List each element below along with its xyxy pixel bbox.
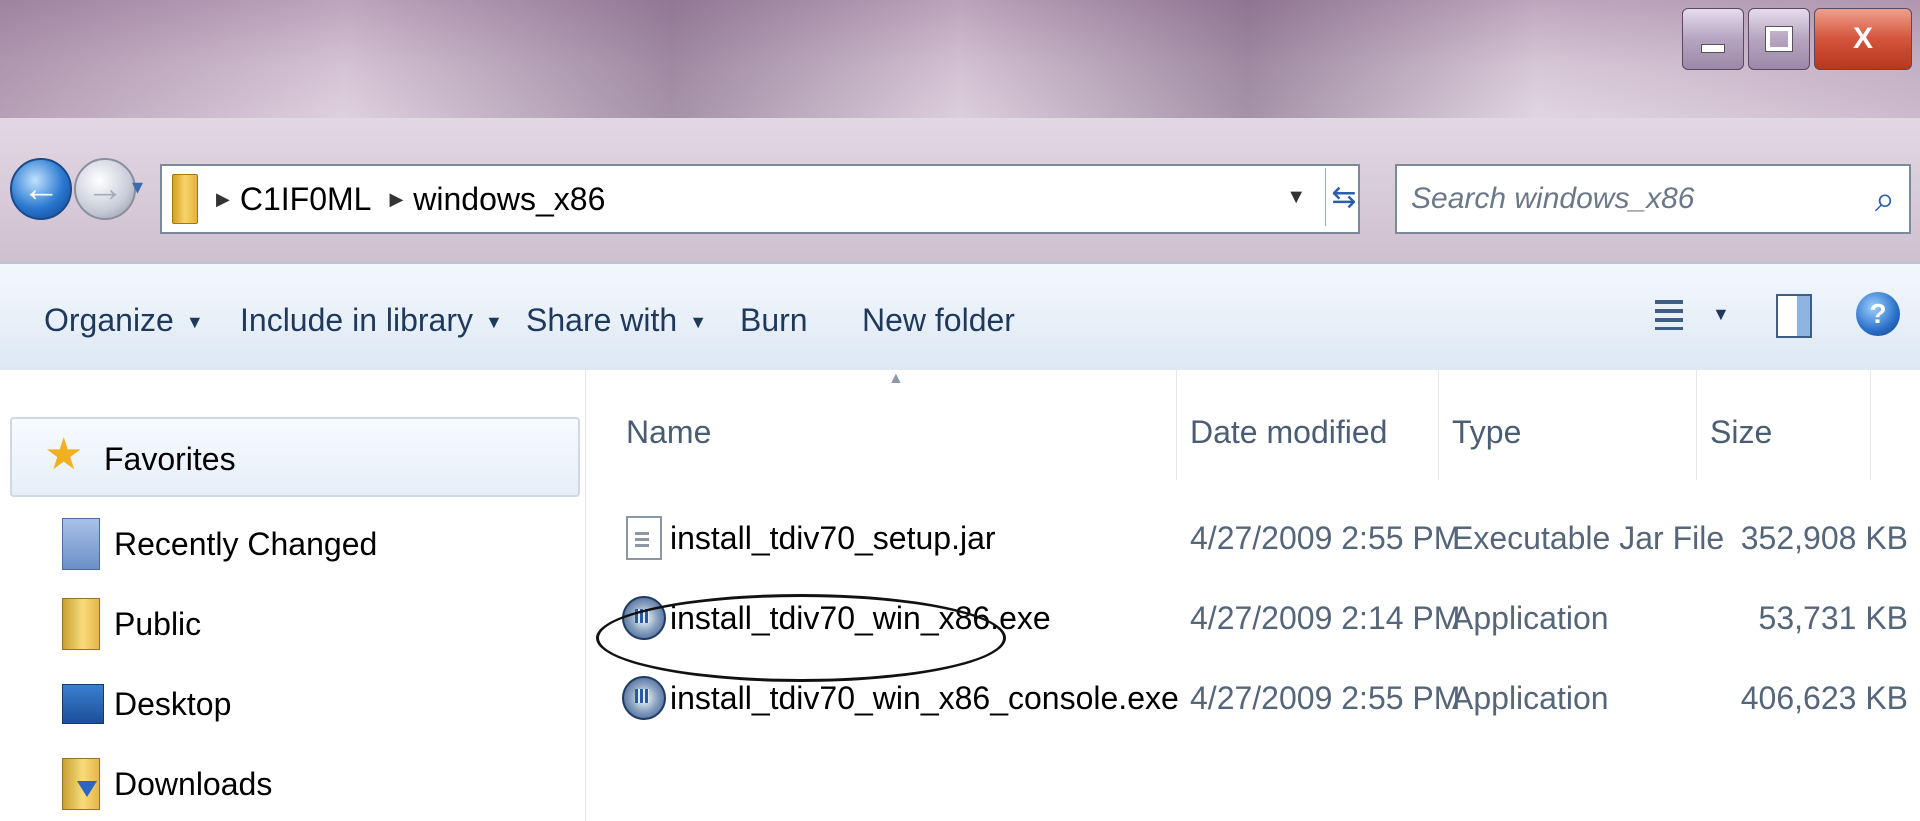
highlight-ellipse [596, 594, 1006, 682]
recent-pages-dropdown[interactable]: ▾ [132, 174, 143, 200]
column-divider[interactable] [1176, 370, 1177, 480]
nav-item-recently-changed[interactable]: Recently Changed [62, 514, 562, 574]
column-header-date-modified[interactable]: Date modified [1190, 414, 1387, 451]
close-icon: X [1852, 22, 1873, 55]
forward-arrow-icon: → [86, 167, 124, 210]
column-divider[interactable] [1696, 370, 1697, 480]
change-view-icon[interactable] [1655, 300, 1683, 330]
nav-item-label: Desktop [114, 686, 232, 722]
address-bar[interactable]: ▶ C1IF0ML ▶ windows_x86 ▼ [160, 164, 1360, 234]
back-button[interactable]: ← [10, 158, 72, 220]
column-divider[interactable] [1870, 370, 1871, 480]
address-dropdown-icon[interactable]: ▼ [1286, 186, 1306, 209]
maximize-icon [1765, 26, 1793, 52]
refresh-icon: ⇆ [1331, 180, 1357, 214]
file-date-modified: 4/27/2009 2:55 PM [1190, 520, 1461, 556]
chevron-down-icon: ▼ [689, 312, 708, 333]
file-size: 406,623 KB [1740, 680, 1908, 716]
organize-label: Organize [44, 302, 174, 338]
column-header-name[interactable]: Name [626, 414, 711, 451]
burn-button[interactable]: Burn [740, 302, 808, 339]
file-type: Application [1452, 680, 1609, 716]
search-placeholder: Search windows_x86 [1411, 182, 1695, 215]
file-type: Application [1452, 600, 1609, 636]
share-with-button[interactable]: Share with ▼ [526, 302, 707, 339]
star-icon: ★ [44, 430, 84, 479]
title-bar: X [0, 0, 1920, 118]
file-type: Executable Jar File [1452, 520, 1725, 556]
search-input[interactable]: Search windows_x86 ⌕ [1395, 164, 1911, 234]
download-arrow-icon [77, 781, 97, 797]
refresh-button[interactable]: ⇆ [1325, 168, 1362, 226]
favorites-header[interactable]: ★ Favorites [10, 417, 580, 497]
nav-item-desktop[interactable]: Desktop [62, 674, 562, 734]
file-date-modified: 4/27/2009 2:14 PM [1190, 600, 1461, 636]
downloads-icon [62, 758, 100, 810]
table-row[interactable]: install_tdiv70_setup.jar 4/27/2009 2:55 … [586, 502, 1920, 574]
new-folder-button[interactable]: New folder [862, 302, 1015, 339]
exe-file-icon [622, 676, 666, 720]
column-header-size[interactable]: Size [1710, 414, 1772, 451]
close-button[interactable]: X [1814, 8, 1912, 70]
include-in-library-button[interactable]: Include in library ▼ [240, 302, 503, 339]
navigation-pane: ★ Favorites Recently Changed Public Desk… [0, 370, 586, 821]
recently-changed-icon [62, 518, 100, 570]
breadcrumb-c1if0ml[interactable]: C1IF0ML [240, 181, 372, 218]
sort-ascending-icon: ▲ [888, 370, 904, 387]
file-date-modified: 4/27/2009 2:55 PM [1190, 680, 1461, 716]
column-divider[interactable] [1438, 370, 1439, 480]
command-toolbar: Organize ▼ Include in library ▼ Share with… [0, 262, 1920, 372]
include-in-library-label: Include in library [240, 302, 473, 338]
help-icon[interactable]: ? [1856, 292, 1900, 336]
minimize-button[interactable] [1682, 8, 1744, 70]
maximize-button[interactable] [1748, 8, 1810, 70]
views-dropdown-icon[interactable]: ▼ [1712, 304, 1730, 325]
chevron-down-icon: ▼ [185, 312, 204, 333]
file-name: install_tdiv70_setup.jar [670, 520, 996, 556]
preview-pane-icon[interactable] [1776, 294, 1812, 338]
navigation-bar: ← → ▾ ▶ C1IF0ML ▶ windows_x86 ▼ ⇆ Search… [0, 118, 1920, 262]
nav-item-label: Downloads [114, 766, 273, 802]
minimize-icon [1701, 43, 1725, 53]
back-arrow-icon: ← [22, 167, 60, 210]
nav-item-label: Public [114, 606, 202, 642]
file-size: 53,731 KB [1758, 600, 1908, 636]
nav-item-label: Recently Changed [114, 526, 378, 562]
search-icon[interactable]: ⌕ [1875, 178, 1895, 221]
folder-icon [62, 598, 100, 650]
folder-icon [172, 174, 198, 224]
desktop-icon [62, 684, 104, 724]
jar-file-icon [626, 516, 662, 560]
nav-item-downloads[interactable]: Downloads [62, 754, 562, 814]
nav-item-public[interactable]: Public [62, 594, 562, 654]
favorites-label: Favorites [104, 441, 236, 477]
file-size: 352,908 KB [1740, 520, 1908, 556]
column-header-type[interactable]: Type [1452, 414, 1521, 451]
organize-button[interactable]: Organize ▼ [44, 302, 204, 339]
breadcrumb-windows-x86[interactable]: windows_x86 [413, 181, 605, 218]
chevron-down-icon: ▼ [485, 312, 503, 333]
share-with-label: Share with [526, 302, 678, 338]
breadcrumb-separator-icon[interactable]: ▶ [389, 189, 403, 210]
window-controls: X [1678, 8, 1912, 70]
forward-button[interactable]: → [74, 158, 136, 220]
file-name: install_tdiv70_win_x86_console.exe [670, 680, 1179, 716]
breadcrumb-separator-icon[interactable]: ▶ [216, 189, 230, 210]
